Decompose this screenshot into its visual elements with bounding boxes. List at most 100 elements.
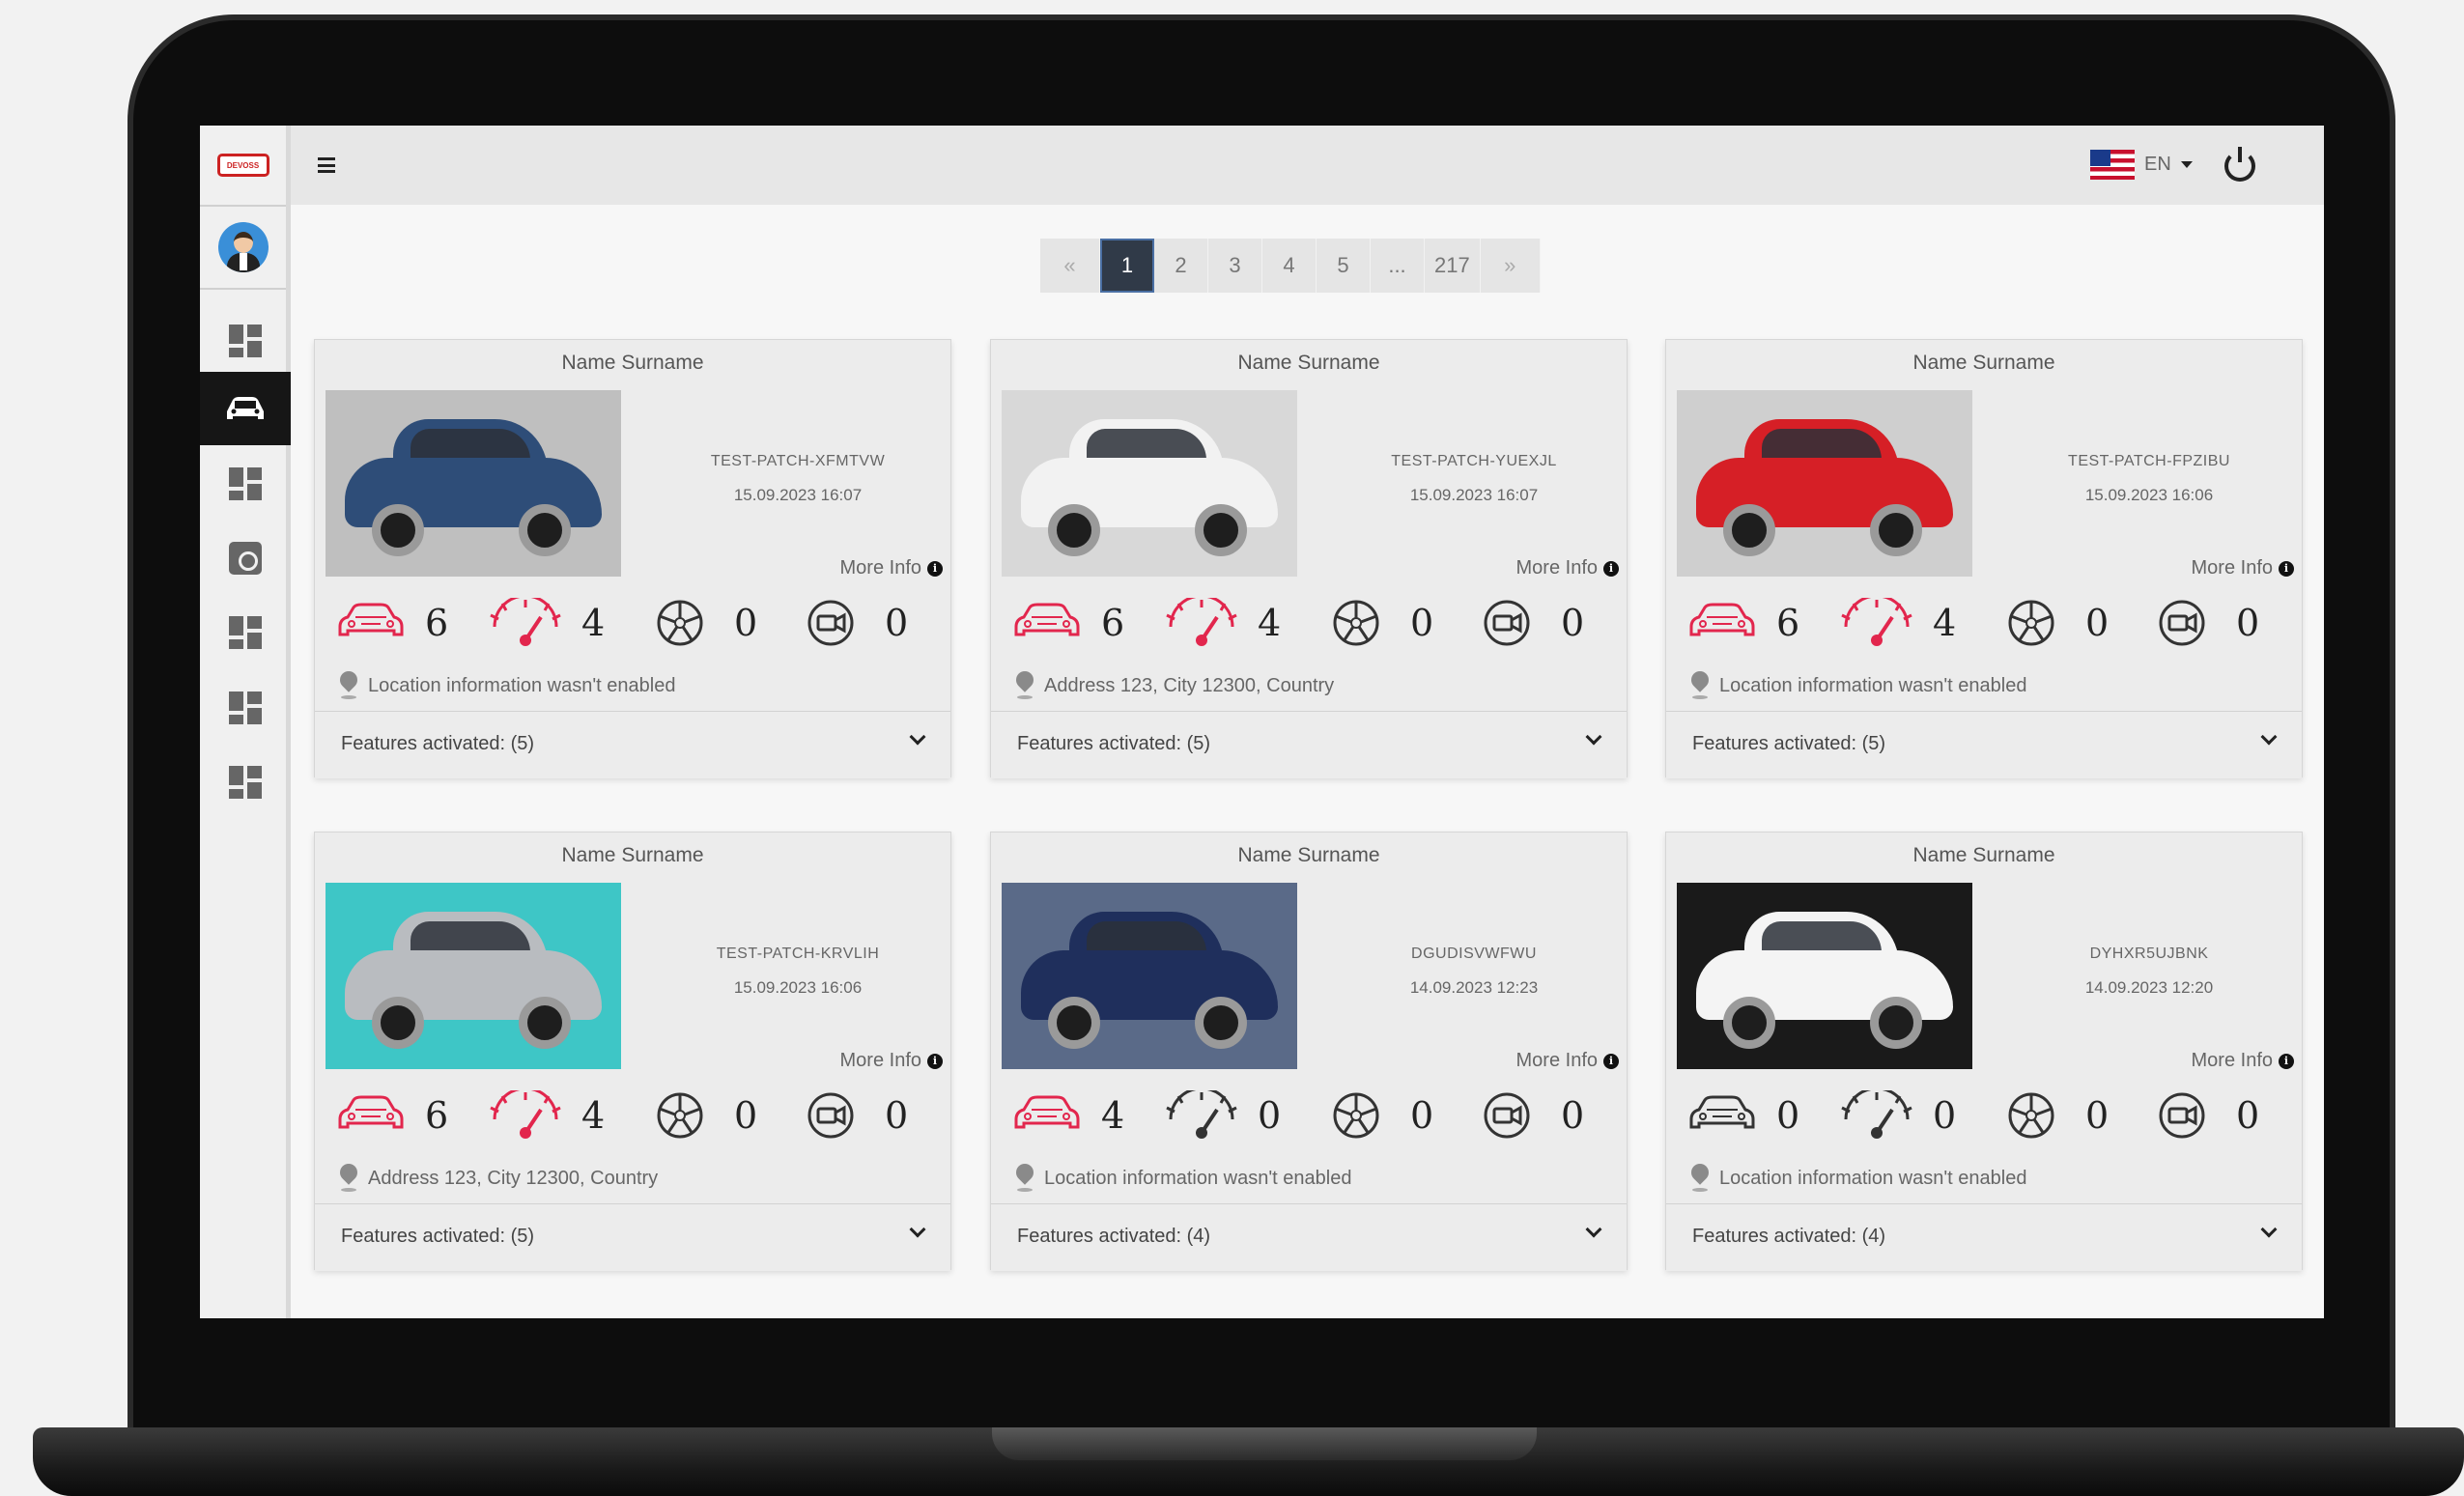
speedometer-icon: [1166, 1090, 1237, 1139]
menu-toggle-icon[interactable]: [318, 157, 335, 173]
chevron-down-icon: [909, 1221, 926, 1238]
stat-gauge: 4: [487, 1090, 605, 1141]
chevron-down-icon: [1585, 1221, 1602, 1238]
owner-name: Name Surname: [1912, 352, 2055, 374]
more-info-label: More Info: [839, 1050, 921, 1071]
stat-value: 4: [581, 1094, 606, 1137]
stat-value: 0: [2085, 1094, 2110, 1137]
vehicle-card[interactable]: Name Surname TEST-PATCH-YUEXJL 15.09.2023 …: [990, 339, 1628, 778]
more-info-link[interactable]: More Info i: [2192, 557, 2294, 579]
features-accordion[interactable]: Features activated: (4): [991, 1203, 1627, 1271]
pagination-page[interactable]: 3: [1208, 239, 1262, 293]
logo-area[interactable]: DEVOSS: [200, 126, 286, 207]
location-info: Location information wasn't enabled: [1690, 671, 2026, 700]
car-photo[interactable]: [1002, 883, 1297, 1069]
stat-damage: 6: [334, 1090, 448, 1141]
features-accordion[interactable]: Features activated: (5): [315, 1203, 950, 1271]
more-info-link[interactable]: More Info i: [1516, 1050, 1619, 1072]
dashboard-icon: [229, 325, 262, 357]
more-info-label: More Info: [2191, 557, 2273, 579]
pagination: «1 2 3 4 5... 217»: [1040, 239, 1541, 293]
more-info-link[interactable]: More Info i: [840, 1050, 943, 1072]
sidebar-item-2[interactable]: [200, 372, 291, 445]
sidebar-item-1[interactable]: [200, 304, 291, 378]
owner-name: Name Surname: [1912, 844, 2055, 866]
pagination-page[interactable]: 2: [1154, 239, 1208, 293]
features-accordion[interactable]: Features activated: (5): [1666, 711, 2302, 778]
damage-stats: 0 0 0 0: [1685, 1090, 2294, 1148]
wheel-icon: [1333, 1092, 1379, 1139]
features-accordion[interactable]: Features activated: (5): [991, 711, 1627, 778]
more-info-link[interactable]: More Info i: [2192, 1050, 2294, 1072]
inspection-date: 14.09.2023 12:23: [1409, 978, 1539, 997]
more-info-label: More Info: [1515, 1050, 1598, 1071]
more-info-label: More Info: [1515, 557, 1598, 579]
chevron-down-icon: [2260, 728, 2278, 746]
stat-value: 0: [1776, 1094, 1800, 1137]
pagination-page[interactable]: 5: [1317, 239, 1371, 293]
damage-stats: 6 4 0 0: [1010, 598, 1619, 656]
stat-value: 0: [2085, 602, 2110, 644]
wheel-icon: [2008, 600, 2054, 646]
stat-wheel: 0: [643, 1090, 757, 1141]
inspection-id: TEST-PATCH-YUEXJL: [1391, 453, 1557, 469]
user-avatar-area[interactable]: [200, 207, 286, 290]
features-accordion[interactable]: Features activated: (5): [315, 711, 950, 778]
sidebar-item-6[interactable]: [200, 671, 291, 745]
damage-stats: 6 4 0 0: [334, 598, 943, 656]
location-text: Address 123, City 12300, Country: [1044, 674, 1335, 696]
wheel-icon: [1333, 600, 1379, 646]
inspection-id: DGUDISVWFWU: [1411, 946, 1537, 962]
laptop-notch: [992, 1427, 1537, 1460]
video-camera-icon: [1484, 600, 1530, 646]
car-photo[interactable]: [1002, 390, 1297, 577]
video-camera-icon: [807, 600, 854, 646]
pagination-next[interactable]: »: [1481, 239, 1541, 293]
car-damage-icon: [338, 603, 404, 636]
car-photo[interactable]: [1677, 390, 1972, 577]
pagination-page[interactable]: 4: [1262, 239, 1317, 293]
stat-camera: 0: [1470, 1090, 1584, 1141]
pagination-prev[interactable]: «: [1040, 239, 1100, 293]
sidebar-item-5[interactable]: [200, 596, 291, 669]
caret-down-icon: [2180, 161, 2193, 168]
info-icon: i: [1603, 560, 1619, 577]
pagination-page[interactable]: 217: [1425, 239, 1481, 293]
vehicle-card[interactable]: Name Surname TEST-PATCH-KRVLIH 15.09.2023 …: [314, 832, 951, 1271]
location-info: Address 123, City 12300, Country: [339, 1164, 658, 1193]
sidebar-item-3[interactable]: [200, 447, 291, 521]
power-icon[interactable]: [2224, 147, 2255, 182]
stat-wheel: 0: [1319, 1090, 1433, 1141]
car-damage-icon: [1689, 1095, 1755, 1129]
sidebar-item-4[interactable]: [200, 522, 291, 595]
more-info-link[interactable]: More Info i: [840, 557, 943, 579]
car-photo[interactable]: [326, 390, 621, 577]
car-damage-icon: [338, 1095, 404, 1129]
language-selector[interactable]: EN: [2090, 150, 2193, 180]
pagination-page[interactable]: 1: [1100, 239, 1154, 293]
stat-gauge: 4: [487, 598, 605, 648]
sidebar-item-7[interactable]: [200, 746, 291, 819]
stat-value: 4: [1101, 1094, 1125, 1137]
vehicle-card[interactable]: Name Surname DGUDISVWFWU 14.09.2023 12:23 M…: [990, 832, 1628, 1271]
pagination-page[interactable]: ...: [1371, 239, 1425, 293]
features-accordion[interactable]: Features activated: (4): [1666, 1203, 2302, 1271]
stat-camera: 0: [794, 598, 908, 648]
map-pin-icon: [1015, 1164, 1034, 1193]
location-info: Address 123, City 12300, Country: [1015, 671, 1334, 700]
us-flag-icon: [2090, 150, 2135, 180]
vehicle-card[interactable]: Name Surname TEST-PATCH-XFMTVW 15.09.2023 …: [314, 339, 951, 778]
inspection-id: TEST-PATCH-XFMTVW: [710, 453, 886, 469]
more-info-link[interactable]: More Info i: [1516, 557, 1619, 579]
car-photo[interactable]: [326, 883, 621, 1069]
stat-damage: 6: [1685, 598, 1799, 648]
speedometer-icon: [1841, 598, 1912, 646]
car-photo[interactable]: [1677, 883, 1972, 1069]
stat-damage: 0: [1685, 1090, 1799, 1141]
stat-wheel: 0: [643, 598, 757, 648]
vehicle-card[interactable]: Name Surname TEST-PATCH-FPZIBU 15.09.2023 …: [1665, 339, 2303, 778]
stat-value: 0: [2236, 1094, 2260, 1137]
wheel-icon: [657, 1092, 703, 1139]
stat-value: 6: [1101, 602, 1125, 644]
vehicle-card[interactable]: Name Surname DYHXR5UJBNK 14.09.2023 12:20 M…: [1665, 832, 2303, 1271]
